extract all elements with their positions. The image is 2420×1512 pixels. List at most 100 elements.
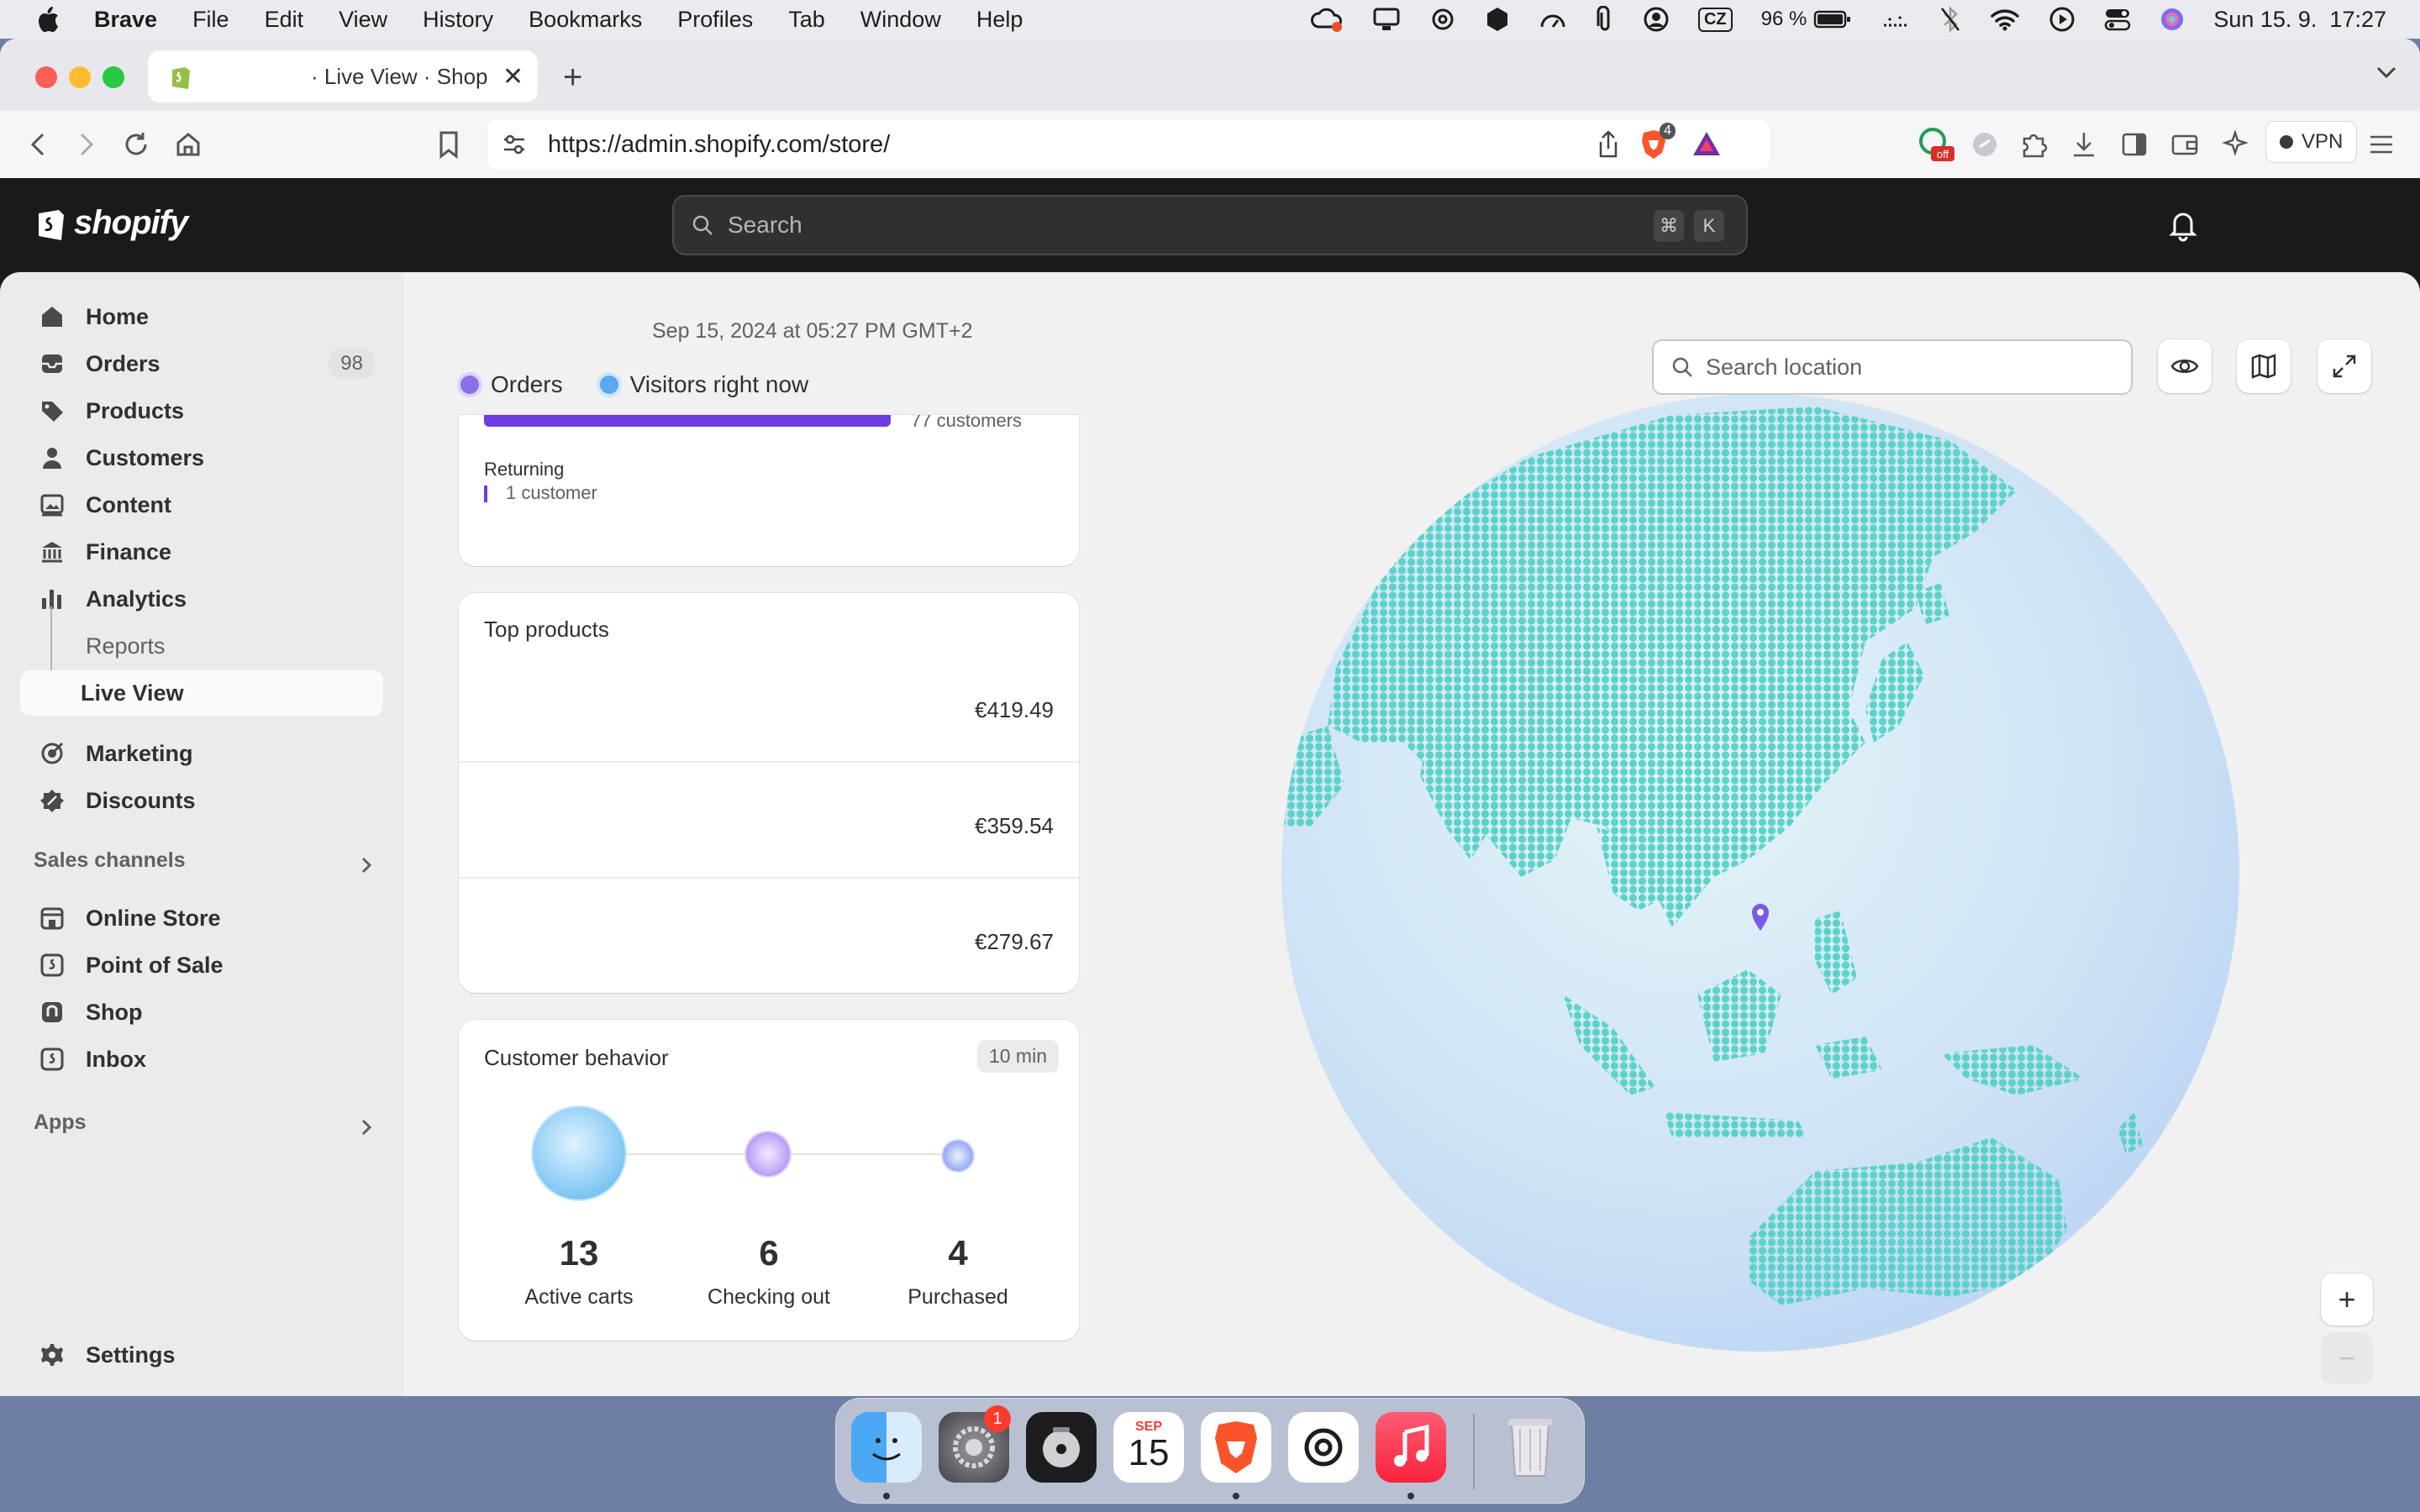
chatgpt-icon[interactable]: [1429, 0, 1456, 39]
wallet-icon[interactable]: [2166, 126, 2203, 163]
finder-icon[interactable]: [851, 1412, 922, 1483]
chevron-right-icon[interactable]: [358, 1117, 375, 1137]
brave-browser-icon[interactable]: [1201, 1412, 1271, 1483]
siri-icon[interactable]: [2160, 0, 2185, 39]
sidebar-item-settings[interactable]: Settings: [20, 1332, 383, 1378]
sidebar-item-orders[interactable]: Orders 98: [20, 341, 383, 386]
visibility-toggle-button[interactable]: [2158, 339, 2212, 393]
notifications-bell-icon[interactable]: [2168, 208, 2198, 242]
active-tab[interactable]: · Live View · Shopify ✕: [148, 50, 538, 102]
sidebar-item-label: Shop: [86, 999, 143, 1025]
top-product-row[interactable]: €279.67: [459, 877, 1079, 993]
now-playing-icon[interactable]: [2049, 0, 2075, 39]
apple-menu-icon[interactable]: [34, 3, 62, 36]
paperclip-icon[interactable]: [1596, 0, 1614, 39]
bookmark-icon[interactable]: [430, 126, 467, 163]
bar-chart-icon: [37, 584, 67, 614]
site-settings-icon[interactable]: [502, 134, 526, 155]
battery-indicator[interactable]: 96 %: [1761, 0, 1853, 39]
trash-icon[interactable]: [1495, 1412, 1565, 1483]
browser-menu-icon[interactable]: [2363, 126, 2400, 163]
calendar-icon[interactable]: SEP 15: [1113, 1412, 1184, 1483]
keyboard-layout-indicator[interactable]: CZ: [1697, 0, 1733, 39]
leo-ai-icon[interactable]: [2217, 126, 2254, 163]
live-globe-map[interactable]: [1277, 390, 2244, 1356]
sidebar-item-live-view[interactable]: Live View: [20, 670, 383, 716]
sidebar-item-analytics[interactable]: Analytics: [20, 576, 383, 622]
menubar-clock[interactable]: Sun 15. 9. 17:27: [2213, 0, 2386, 39]
sidebar-item-reports[interactable]: Reports: [20, 623, 383, 669]
menu-history[interactable]: History: [423, 7, 493, 33]
sidebar-item-inbox[interactable]: Inbox: [20, 1037, 383, 1082]
extension-off-icon[interactable]: off: [1918, 126, 1954, 163]
fullscreen-button[interactable]: [2317, 339, 2371, 393]
zoom-out-button[interactable]: −: [2321, 1332, 2373, 1384]
bluetooth-off-icon[interactable]: [1939, 0, 1961, 39]
zoom-in-button[interactable]: +: [2321, 1273, 2373, 1326]
calendar-day: 15: [1128, 1432, 1170, 1473]
hexagon-app-icon[interactable]: [1485, 0, 1510, 39]
link-extension-icon[interactable]: [1966, 126, 2003, 163]
map-view-button[interactable]: [2237, 339, 2291, 393]
menu-file[interactable]: File: [192, 7, 229, 33]
downloads-icon[interactable]: [2065, 126, 2102, 163]
close-window-button[interactable]: [35, 66, 57, 88]
admin-search-input[interactable]: Search ⌘ K: [672, 195, 1748, 255]
active-carts-bubble: [533, 1107, 625, 1200]
zoom-window-button[interactable]: [103, 66, 124, 88]
wifi-icon[interactable]: [1990, 0, 2020, 39]
reload-icon[interactable]: [118, 126, 155, 163]
home-icon[interactable]: [170, 126, 207, 163]
sidebar-item-discounts[interactable]: Discounts: [20, 778, 383, 823]
sidebar-item-content[interactable]: Content: [20, 482, 383, 528]
legend-visitors[interactable]: Visitors right now: [599, 371, 808, 398]
menu-help[interactable]: Help: [976, 7, 1023, 33]
creative-cloud-icon[interactable]: [1310, 0, 1344, 39]
shopify-logo[interactable]: shopify: [34, 203, 188, 242]
menu-tab[interactable]: Tab: [788, 7, 825, 33]
apps-heading[interactable]: Apps: [34, 1110, 87, 1135]
sidebar-item-home[interactable]: Home: [20, 294, 383, 339]
gauge-icon[interactable]: [1539, 0, 1567, 39]
user-account-icon[interactable]: [1643, 0, 1670, 39]
brave-rewards-icon[interactable]: [1691, 129, 1723, 158]
menu-edit[interactable]: Edit: [265, 7, 304, 33]
minimize-window-button[interactable]: [69, 66, 91, 88]
sidebar-item-finance[interactable]: Finance: [20, 529, 383, 575]
legend-orders[interactable]: Orders: [460, 371, 563, 398]
back-icon[interactable]: [20, 126, 57, 163]
tab-close-icon[interactable]: ✕: [502, 62, 523, 92]
sidebar-toggle-icon[interactable]: [2116, 126, 2153, 163]
music-app-icon[interactable]: [1376, 1412, 1446, 1483]
sidebar-item-shop[interactable]: Shop: [20, 990, 383, 1035]
control-center-icon[interactable]: [2104, 0, 2131, 39]
top-product-row[interactable]: €419.49: [459, 647, 1079, 763]
share-icon[interactable]: [1597, 129, 1620, 160]
vpn-button[interactable]: VPN: [2265, 121, 2358, 163]
sidebar-item-customers[interactable]: Customers: [20, 435, 383, 480]
sidebar-item-marketing[interactable]: Marketing: [20, 731, 383, 776]
menu-view[interactable]: View: [339, 7, 387, 33]
new-tab-button[interactable]: +: [563, 59, 582, 97]
sidebar-item-products[interactable]: Products: [20, 388, 383, 433]
menu-window[interactable]: Window: [860, 7, 941, 33]
location-search-input[interactable]: Search location: [1652, 339, 2133, 395]
weather-icon[interactable]: [1881, 0, 1911, 39]
address-bar[interactable]: https://admin.shopify.com/store/ 4: [487, 119, 1770, 170]
menu-app-name[interactable]: Brave: [94, 7, 157, 33]
menu-bookmarks[interactable]: Bookmarks: [529, 7, 642, 33]
brave-shields-icon[interactable]: 4: [1637, 123, 1676, 161]
top-product-row[interactable]: €359.54: [459, 761, 1079, 877]
tab-list-chevron-icon[interactable]: [2375, 64, 2398, 81]
forward-icon[interactable]: [67, 126, 104, 163]
compressor-app-icon[interactable]: [1026, 1412, 1097, 1483]
chevron-right-icon[interactable]: [358, 855, 375, 875]
sidebar-item-online-store[interactable]: Online Store: [20, 895, 383, 941]
menu-profiles[interactable]: Profiles: [677, 7, 753, 33]
sidebar-item-point-of-sale[interactable]: Point of Sale: [20, 942, 383, 988]
url-text[interactable]: https://admin.shopify.com/store/: [548, 131, 890, 159]
sales-channels-heading[interactable]: Sales channels: [34, 848, 186, 873]
extensions-puzzle-icon[interactable]: [2015, 126, 2052, 163]
chatgpt-app-icon[interactable]: [1288, 1412, 1359, 1483]
display-icon[interactable]: [1372, 0, 1401, 39]
